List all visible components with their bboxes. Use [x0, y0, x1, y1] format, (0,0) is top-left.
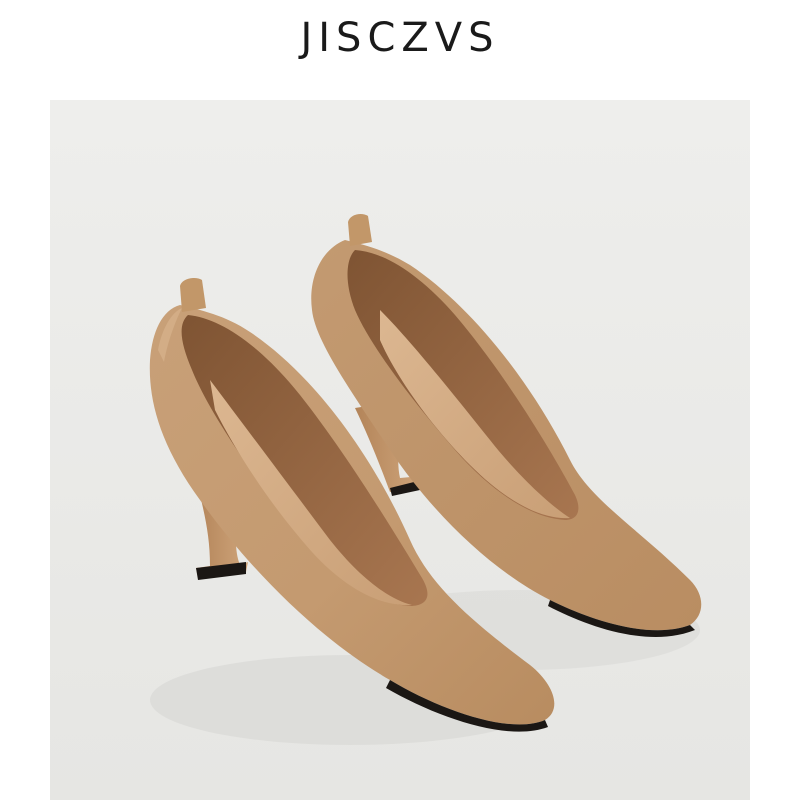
product-photo [50, 100, 750, 800]
pair-of-pumps-icon [50, 100, 750, 800]
brand-logo: JISCZVS [300, 15, 500, 61]
